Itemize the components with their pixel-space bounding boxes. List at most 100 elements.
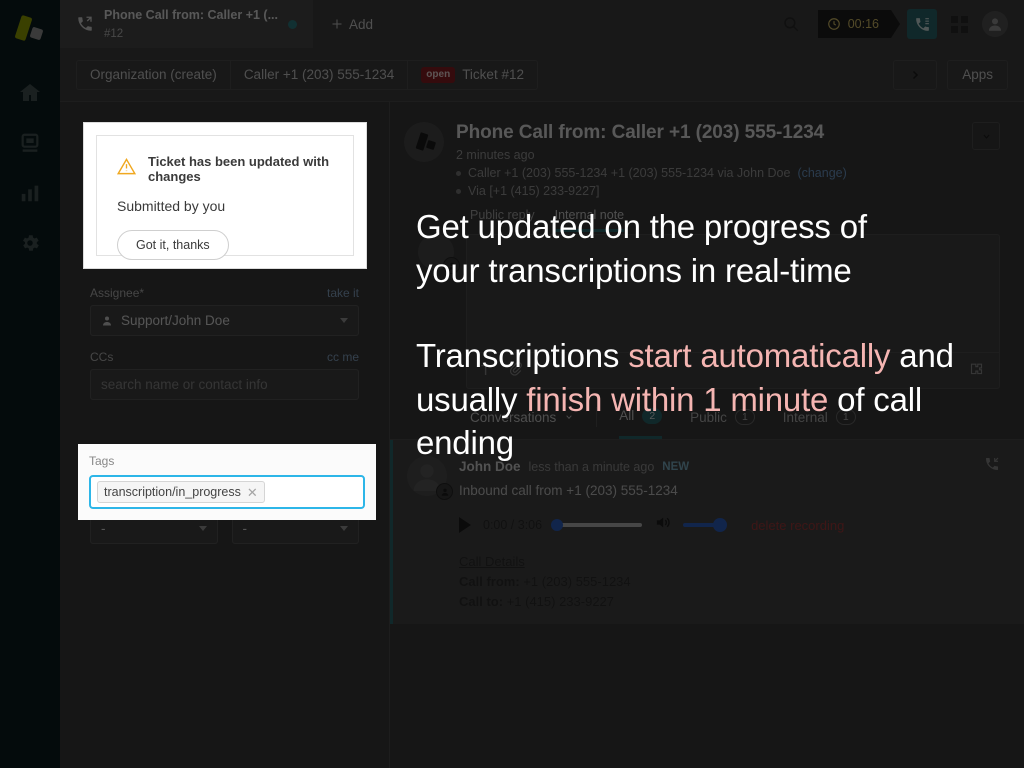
volume-slider[interactable] <box>683 518 728 532</box>
apps-button[interactable]: Apps <box>947 59 1008 90</box>
tag-chip-label: transcription/in_progress <box>104 485 241 499</box>
change-link[interactable]: (change) <box>797 166 846 180</box>
zammad-logo[interactable] <box>10 10 50 54</box>
overviews-icon[interactable] <box>0 118 60 168</box>
top-bar: Phone Call from: Caller +1 (... #12 Add … <box>60 0 1024 48</box>
breadcrumb-actions: Apps <box>893 59 1008 90</box>
take-it-link[interactable]: take it <box>327 286 359 300</box>
caption-line-1: Get updated on the progress of <box>416 208 867 245</box>
inbound-call-icon <box>76 15 94 33</box>
type-value: - <box>101 521 106 536</box>
top-bar-actions: 00:16 <box>778 0 1024 48</box>
audio-player: 0:00 / 3:06 delete recording <box>459 514 1000 536</box>
ticket-meta-via: Via [+1 (415) 233-9227] <box>468 184 600 198</box>
app-root: Phone Call from: Caller +1 (... #12 Add … <box>0 0 1024 768</box>
priority-value: - <box>242 521 248 536</box>
tag-chip[interactable]: transcription/in_progress ✕ <box>97 481 265 503</box>
breadcrumb: Organization (create) Caller +1 (203) 55… <box>76 59 538 90</box>
caption-part-a: Transcriptions <box>416 337 629 374</box>
assignee-select[interactable]: Support/John Doe <box>90 305 359 336</box>
breadcrumb-organization[interactable]: Organization (create) <box>77 60 231 89</box>
primary-nav-rail <box>0 0 60 768</box>
call-to-label: Call to: <box>459 594 504 610</box>
seek-slider[interactable] <box>551 519 643 531</box>
chevron-down-icon <box>198 526 207 531</box>
got-it-thanks-button[interactable]: Got it, thanks <box>117 230 229 260</box>
organization-avatar-icon <box>404 122 444 162</box>
call-details-title: Call Details <box>459 554 525 569</box>
assignee-field-group: Assignee* take it Support/John Doe <box>90 286 359 336</box>
play-icon[interactable] <box>459 517 471 533</box>
ticket-meta-row-2: Via [+1 (415) 233-9227] <box>456 184 960 198</box>
ccs-field-group: CCs cc me search name or contact info <box>90 350 359 400</box>
assignee-value: Support/John Doe <box>121 313 230 328</box>
person-icon <box>103 316 111 325</box>
ccs-input[interactable]: search name or contact info <box>90 369 359 400</box>
logo-shape-b <box>29 26 44 41</box>
conversation-article: John Doe less than a minute ago NEW Inbo… <box>390 440 1024 625</box>
assignee-label: Assignee* <box>90 286 145 300</box>
caption-line-2: your transcriptions in real-time <box>416 251 852 289</box>
call-to-value: +1 (415) 233-9227 <box>506 594 615 610</box>
breadcrumb-ticket-label: Ticket #12 <box>462 67 524 82</box>
breadcrumb-bar: Organization (create) Caller +1 (203) 55… <box>60 48 1024 102</box>
ccs-label: CCs <box>90 350 114 364</box>
home-icon[interactable] <box>0 68 60 118</box>
settings-icon[interactable] <box>0 218 60 268</box>
call-details-row: Call from: +1 (203) 555-1234 <box>459 572 1000 592</box>
volume-knob[interactable] <box>713 518 728 532</box>
ticket-header: Phone Call from: Caller +1 (203) 555-123… <box>390 102 1024 208</box>
popup-subtitle: Submitted by you <box>117 198 226 214</box>
status-badge: open <box>421 66 456 83</box>
caption-highlight-2: finish within 1 minute <box>526 380 829 418</box>
caption-block-1: Get updated on the progress of your tran… <box>416 205 976 292</box>
add-tab-label: Add <box>349 16 374 32</box>
tab-status-dot <box>288 19 297 29</box>
call-timer-value: 00:16 <box>847 17 879 31</box>
breadcrumb-organization-label: Organization (create) <box>90 67 217 82</box>
caption-highlight-1: start automatically <box>628 337 891 374</box>
add-tab-button[interactable]: Add <box>313 0 391 48</box>
person-badge-icon <box>436 483 453 500</box>
ccs-placeholder: search name or contact info <box>101 377 268 392</box>
volume-icon[interactable] <box>654 514 671 536</box>
tab-title: Phone Call from: Caller +1 (... <box>104 7 278 22</box>
bullet-icon <box>456 170 461 176</box>
ticket-updated-popup: Ticket has been updated with changes Sub… <box>83 122 367 269</box>
caption-block-2: Transcriptions start automatically and u… <box>416 334 991 465</box>
call-timer-badge[interactable]: 00:16 <box>817 10 901 38</box>
tags-field-highlight: Tags transcription/in_progress ✕ <box>78 444 376 520</box>
close-x-icon[interactable]: ✕ <box>247 486 258 499</box>
search-icon[interactable] <box>778 11 804 37</box>
cc-me-link[interactable]: cc me <box>327 350 359 364</box>
chevron-down-icon[interactable] <box>972 122 1000 150</box>
call-from-value: +1 (203) 555-1234 <box>523 574 631 590</box>
user-avatar-icon[interactable] <box>982 11 1008 37</box>
dashboard-icon[interactable] <box>0 168 60 218</box>
chevron-down-icon <box>340 318 348 323</box>
ticket-meta-row-1: Caller +1 (203) 555-1234 +1 (203) 555-12… <box>456 166 960 180</box>
tags-label: Tags <box>89 454 115 468</box>
breadcrumb-customer-label: Caller +1 (203) 555-1234 <box>243 67 395 82</box>
open-tab-ticket-12[interactable]: Phone Call from: Caller +1 (... #12 <box>60 0 313 48</box>
delete-recording-link[interactable]: delete recording <box>751 518 844 533</box>
popup-title: Ticket has been updated with changes <box>148 154 330 184</box>
breadcrumb-ticket[interactable]: open Ticket #12 <box>408 61 537 89</box>
ticket-timestamp: 2 minutes ago <box>456 148 535 162</box>
ticket-meta-caller: Caller +1 (203) 555-1234 +1 (203) 555-12… <box>468 166 791 180</box>
call-details: Call Details Call from: +1 (203) 555-123… <box>459 552 1000 612</box>
seek-knob[interactable] <box>551 519 564 531</box>
bullet-icon <box>456 188 461 194</box>
warning-triangle-icon <box>116 157 137 181</box>
breadcrumb-customer[interactable]: Caller +1 (203) 555-1234 <box>231 60 409 89</box>
call-from-label: Call from: <box>459 574 520 590</box>
apps-grid-icon[interactable] <box>951 15 968 33</box>
player-time: 0:00 / 3:06 <box>483 518 543 532</box>
chevron-down-icon <box>340 526 348 531</box>
chevron-right-icon[interactable] <box>893 59 938 90</box>
page-title: Phone Call from: Caller +1 (203) 555-123… <box>456 122 825 143</box>
article-subject: Inbound call from +1 (203) 555-1234 <box>459 483 678 498</box>
tab-ticket-number: #12 <box>104 28 124 40</box>
phone-icon[interactable] <box>907 9 937 39</box>
tags-input[interactable]: transcription/in_progress ✕ <box>89 475 365 509</box>
